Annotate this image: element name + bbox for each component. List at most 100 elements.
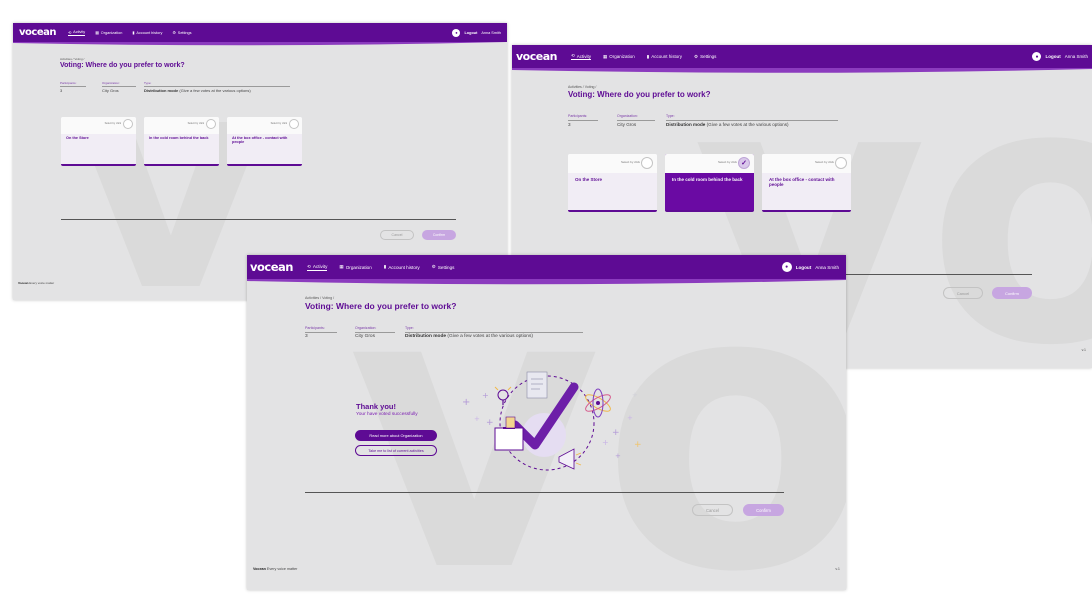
organization-label: Organization:: [617, 114, 638, 118]
avatar[interactable]: ●: [1032, 52, 1042, 61]
confirm-button[interactable]: Confirm: [422, 230, 456, 240]
activity-icon: ⟲: [67, 30, 72, 35]
type-label: Type:: [405, 326, 414, 330]
vote-label: Select by click: [717, 160, 737, 164]
vote-label: Select by click: [620, 160, 640, 164]
vote-checkbox[interactable]: [289, 119, 299, 129]
confirm-button[interactable]: Confirm: [743, 504, 784, 516]
nav-settings[interactable]: ⚙ Settings: [432, 264, 455, 270]
option-card[interactable]: Select by click On the Store: [61, 117, 136, 166]
nav-organization-label: Organization: [345, 264, 372, 270]
thank-you-subtitle: Your have voted successfully: [356, 412, 418, 417]
nav-organization[interactable]: ▦ Organization: [339, 264, 371, 270]
organization-label: Organization:: [102, 81, 120, 85]
poll-content: Activities / Voting / Voting: Where do y…: [60, 57, 460, 69]
vote-label: Select by click: [270, 122, 287, 125]
breadcrumb[interactable]: Activities / Voting /: [568, 85, 1028, 89]
nav-account-history[interactable]: ▮ Account history: [384, 264, 420, 270]
option-text: In the cold room behind the back: [672, 177, 743, 182]
nav-account-history[interactable]: ▮ Account history: [132, 30, 162, 36]
svg-text:+: +: [615, 452, 621, 460]
svg-text:+: +: [474, 415, 480, 423]
meta-divider: [60, 86, 86, 87]
footer-brand: Vocean: [18, 281, 29, 285]
version-label: v.1: [1081, 348, 1086, 352]
vote-checkbox-checked[interactable]: ✓: [738, 157, 750, 169]
svg-text:+: +: [627, 414, 633, 422]
vocean-logo[interactable]: vocean: [516, 50, 557, 63]
vocean-logo[interactable]: vocean: [19, 27, 56, 38]
user-name: Anna Smith: [481, 30, 501, 35]
nav-activity[interactable]: ⟲ Activity: [570, 53, 592, 60]
svg-text:+: +: [486, 418, 494, 428]
nav-organization-label: Organization: [100, 30, 123, 35]
meta-divider: [102, 86, 136, 87]
vote-label: Select by click: [814, 160, 834, 164]
organization-value: City Gros: [102, 88, 119, 93]
type-hint: (Give a few votes at the various options…: [179, 88, 251, 93]
list-activities-button[interactable]: Take me to list of current activities: [355, 445, 437, 456]
svg-text:+: +: [634, 440, 642, 450]
nav-activity-label: Activity: [312, 264, 328, 269]
logout-link[interactable]: Logout: [1045, 54, 1060, 59]
option-card[interactable]: Select by click At the box office - cont…: [762, 154, 851, 212]
avatar[interactable]: ●: [781, 262, 792, 272]
type-mode: Distribution mode: [666, 122, 706, 127]
poll-content: Activities / Voting / Voting: Where do y…: [305, 296, 785, 311]
type-value: Distribution mode (Give a few votes at t…: [666, 122, 789, 127]
vote-label: Select by click: [187, 122, 204, 125]
confirm-button[interactable]: Confirm: [992, 287, 1032, 299]
user-area: ● Logout Anna Smith: [781, 262, 839, 272]
participants-value: 3: [60, 88, 63, 93]
account-history-icon: ▮: [646, 53, 650, 59]
gear-icon: ⚙: [431, 264, 436, 269]
nav-organization-label: Organization: [609, 54, 635, 59]
avatar[interactable]: ●: [452, 28, 461, 37]
cancel-button[interactable]: Cancel: [380, 230, 414, 240]
cancel-button[interactable]: Cancel: [943, 287, 983, 299]
vote-checkbox[interactable]: [123, 119, 133, 129]
vote-checkbox[interactable]: [641, 157, 653, 169]
read-more-organization-button[interactable]: Read more about Organization: [355, 430, 437, 441]
option-card[interactable]: Select by click On the Store: [568, 154, 657, 212]
nav-account-history-label: Account history: [388, 264, 420, 270]
organization-icon: ▦: [339, 264, 344, 269]
option-card-selected[interactable]: Select by click ✓ In the cold room behin…: [665, 154, 754, 212]
nav-organization[interactable]: ▦ Organization: [95, 30, 123, 36]
nav-account-history-label: Account history: [651, 54, 683, 59]
nav-activity[interactable]: ⟲ Activity: [67, 30, 86, 36]
breadcrumb[interactable]: Activities / Voting /: [60, 57, 460, 61]
type-mode: Distribution mode: [405, 334, 447, 339]
account-history-icon: ▮: [132, 31, 135, 35]
cancel-button[interactable]: Cancel: [692, 504, 733, 516]
footer: Vocean Every voice matter: [18, 281, 54, 285]
footer-tagline: Every voice matter: [29, 281, 55, 285]
type-label: Type:: [144, 81, 152, 85]
main-nav: ⟲ Activity ▦ Organization ▮ Account hist…: [570, 53, 716, 60]
nav-activity[interactable]: ⟲ Activity: [306, 264, 328, 271]
poll-meta: Participants: Organization: Type: 3 City…: [305, 326, 605, 342]
vote-checkbox[interactable]: [835, 157, 847, 169]
nav-organization[interactable]: ▦ Organization: [603, 54, 635, 60]
breadcrumb[interactable]: Activities / Voting /: [305, 296, 785, 300]
main-nav: ⟲ Activity ▦ Organization ▮ Account hist…: [306, 264, 455, 271]
nav-settings[interactable]: ⚙ Settings: [172, 30, 191, 36]
option-card[interactable]: Select by click At the box office - cont…: [227, 117, 302, 166]
vote-label: Select by click: [104, 122, 121, 125]
screen-thank-you: vo vocean ⟲ Activity ▦ Organization ▮ Ac…: [247, 255, 846, 590]
svg-text:+: +: [602, 438, 609, 447]
logout-link[interactable]: Logout: [796, 265, 812, 270]
option-text: At the box office - contact with people: [769, 177, 835, 187]
vote-checkbox[interactable]: [206, 119, 216, 129]
poll-meta: Participants: Organization: Type: 3 City…: [60, 81, 300, 95]
nav-account-history[interactable]: ▮ Account history: [647, 54, 682, 60]
participants-value: 3: [568, 122, 571, 127]
option-card[interactable]: Select by click In the cold room behind …: [144, 117, 219, 166]
bottom-divider: [305, 492, 784, 493]
type-hint: (Give a few votes at the various options…: [447, 334, 533, 339]
logout-link[interactable]: Logout: [464, 31, 477, 35]
vocean-logo[interactable]: vocean: [250, 260, 293, 274]
nav-settings[interactable]: ⚙ Settings: [694, 54, 716, 60]
watermark-mark: v: [73, 33, 269, 301]
nav-settings-label: Settings: [437, 264, 455, 270]
